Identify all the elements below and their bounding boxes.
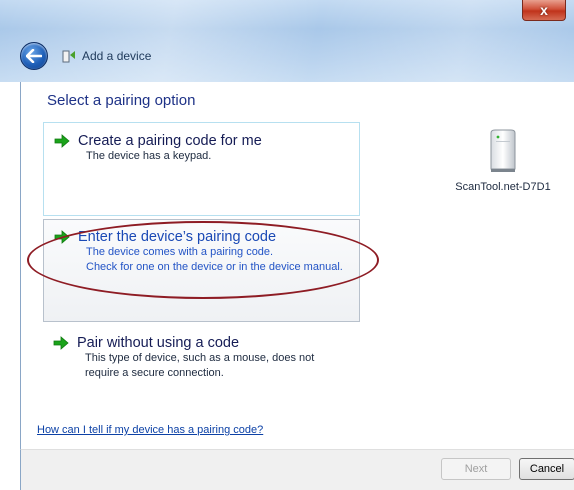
option-pair-without-code[interactable]: Pair without using a code This type of d… [43, 328, 360, 398]
green-arrow-icon [53, 336, 69, 350]
option-description-line: Check for one on the device or in the de… [86, 261, 343, 273]
help-link-pairing-code[interactable]: How can I tell if my device has a pairin… [37, 424, 263, 436]
option-description: This type of device, such as a mouse, do… [85, 351, 360, 381]
next-button[interactable]: Next [441, 458, 511, 480]
dialog-footer: Next Cancel [20, 449, 574, 490]
option-description-line: This type of device, such as a mouse, do… [85, 352, 315, 364]
option-title: Enter the device’s pairing code [78, 229, 277, 245]
bluetooth-device-icon [62, 49, 76, 63]
page-title: Select a pairing option [47, 92, 196, 109]
title-bar: Add a device [20, 42, 151, 70]
green-arrow-icon [54, 230, 70, 244]
option-description-line: require a secure connection. [85, 367, 224, 379]
green-arrow-icon [54, 134, 70, 148]
window-title: Add a device [82, 49, 152, 63]
option-enter-pairing-code[interactable]: Enter the device’s pairing code The devi… [43, 219, 360, 322]
add-device-window: x Add a device Select a pairing option C… [0, 0, 574, 490]
option-description-line: The device comes with a pairing code. [86, 246, 274, 258]
device-name: ScanTool.net-D7D1 [455, 181, 551, 193]
option-create-pairing-code[interactable]: Create a pairing code for me The device … [43, 122, 360, 216]
option-title: Pair without using a code [77, 335, 240, 351]
cancel-button[interactable]: Cancel [519, 458, 574, 480]
option-description: The device comes with a pairing code. Ch… [86, 245, 359, 275]
back-arrow-icon [26, 49, 42, 63]
option-description: The device has a keypad. [86, 149, 359, 164]
content-area: Select a pairing option Create a pairing… [20, 82, 574, 449]
device-tile: ScanTool.net-D7D1 [447, 129, 559, 193]
option-description-line: The device has a keypad. [86, 150, 212, 162]
close-button[interactable]: x [522, 0, 566, 21]
tower-device-icon [487, 129, 519, 173]
close-icon: x [540, 2, 548, 18]
back-button[interactable] [20, 42, 48, 70]
option-title: Create a pairing code for me [78, 133, 262, 149]
